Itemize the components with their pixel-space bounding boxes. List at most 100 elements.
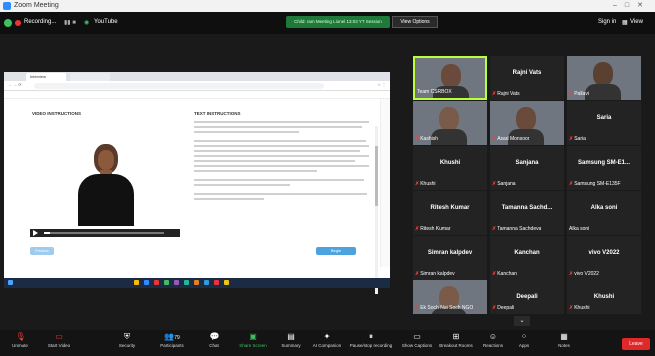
begin-button[interactable]: Begin xyxy=(316,247,356,255)
app-icon[interactable] xyxy=(174,280,179,285)
participant-tile[interactable]: Team CSRBOX xyxy=(413,56,487,100)
reactions-icon: ☺ xyxy=(488,332,498,341)
participant-label: ✗Rajni Vats xyxy=(492,91,520,97)
pause-icon[interactable]: ▮▮ ■ xyxy=(64,19,76,26)
pause-recording-button[interactable]: ⏸ Pause/stop recording xyxy=(346,332,396,348)
mic-muted-icon: ✗ xyxy=(492,91,497,97)
participant-tile[interactable]: Saria ✗Saria xyxy=(567,101,641,145)
browser-side-rail xyxy=(380,99,390,267)
zoom-task-icon[interactable] xyxy=(144,280,149,285)
participant-tile[interactable]: Khushi ✗Khushi xyxy=(413,146,487,190)
participant-tile[interactable]: Kanchan ✗Kanchan xyxy=(490,236,564,280)
view-button[interactable]: View xyxy=(630,19,643,25)
view-options-button[interactable]: View Options xyxy=(392,16,438,28)
participant-tile[interactable]: Khushi ✗Khushi xyxy=(567,280,641,314)
mic-muted-icon: ✗ xyxy=(415,226,420,232)
youtube-label[interactable]: YouTube xyxy=(94,19,118,25)
mic-muted-icon: ✗ xyxy=(415,271,420,277)
share-screen-button[interactable]: ▣ Share Screen xyxy=(236,332,270,348)
participant-name: Sanjana xyxy=(515,160,539,166)
breakout-rooms-button[interactable]: ⊞ Breakout Rooms xyxy=(436,332,476,348)
page-scrollbar[interactable] xyxy=(375,126,378,294)
video-progress-fill xyxy=(44,232,50,234)
apps-button[interactable]: ⁘ Apps xyxy=(514,332,534,348)
shield-icon[interactable] xyxy=(4,19,12,27)
start-video-button[interactable]: ▭ Start Video xyxy=(44,332,74,348)
reactions-button[interactable]: ☺ Reactions xyxy=(478,332,508,348)
mic-muted-icon: ✗ xyxy=(415,181,420,187)
window-controls[interactable]: –□✕ xyxy=(613,0,651,12)
participant-tile[interactable]: Alka soni Alka soni xyxy=(567,191,641,235)
summary-button[interactable]: ▤ Summary xyxy=(278,332,304,348)
mic-muted-icon: ✗ xyxy=(569,305,574,311)
app-icon[interactable] xyxy=(164,280,169,285)
browser-tab[interactable]: Interview xyxy=(26,73,66,81)
security-button[interactable]: ⛨ Security xyxy=(114,332,140,348)
participant-label: ✗Tamanna Sachdeva xyxy=(492,226,541,232)
chat-icon: 💬 xyxy=(209,332,220,341)
participant-tile[interactable]: Simran kalpdev ✗Simran kalpdev xyxy=(413,236,487,280)
app-icon[interactable] xyxy=(194,280,199,285)
participant-label: ✗Khushi xyxy=(415,181,436,187)
mic-muted-icon: ✗ xyxy=(415,305,420,311)
ai-companion-button[interactable]: ✦ AI Companion xyxy=(308,332,346,348)
participant-tile[interactable]: Ritesh Kumar ✗Ritesh Kumar xyxy=(413,191,487,235)
video-off-icon: ▭ xyxy=(55,332,63,341)
grid-icon[interactable]: ▦ xyxy=(622,19,628,26)
signin-link[interactable]: Sign in xyxy=(598,19,616,25)
nav-arrows-icon[interactable]: ← → ⟳ xyxy=(8,82,22,87)
participant-label-text: Ritesh Kumar xyxy=(420,226,451,232)
record-dot-icon xyxy=(15,20,21,26)
browser-tab[interactable] xyxy=(70,73,110,81)
share-notice: Child: ram Meeting Lionel 13:03 YT Sessi… xyxy=(286,16,390,28)
video-controls[interactable] xyxy=(30,229,180,237)
participant-tile[interactable]: ✗Kashish xyxy=(413,101,487,145)
participant-tile[interactable]: Samsung SM-E1... ✗Samsung SM-E135F xyxy=(567,146,641,190)
unmute-button[interactable]: 🎙 Unmute xyxy=(8,332,32,348)
participant-label-text: Tamanna Sachdeva xyxy=(497,226,542,232)
mic-muted-icon: ✗ xyxy=(492,271,497,277)
participant-label-text: Sanjana xyxy=(497,181,516,187)
participant-tile[interactable]: Rajni Vats ✗Rajni Vats xyxy=(490,56,564,100)
participant-label-text: Deepali xyxy=(497,305,515,311)
presenter-face xyxy=(98,150,114,170)
participant-label: ✗Saria xyxy=(569,136,586,142)
recording-status[interactable]: Recording... xyxy=(24,19,56,25)
leave-button[interactable]: Leave xyxy=(622,338,650,350)
scroll-thumb[interactable] xyxy=(375,146,378,206)
participant-tile[interactable]: ✗Asad Monsoor xyxy=(490,101,564,145)
participant-tile[interactable]: ✗Pallavi xyxy=(567,56,641,100)
app-icon[interactable] xyxy=(214,280,219,285)
participant-tile[interactable]: ✗Ek Soch Nai Soch NGO xyxy=(413,280,487,314)
explorer-icon[interactable] xyxy=(134,280,139,285)
participant-tile[interactable]: Deepali ✗Deepali xyxy=(490,280,564,314)
chrome-icon[interactable] xyxy=(154,280,159,285)
previous-button[interactable]: Previous xyxy=(30,247,54,255)
gallery-next-page[interactable]: ⌄ xyxy=(514,316,530,326)
participant-name: Khushi xyxy=(593,294,615,300)
meeting-topbar: Recording... ▮▮ ■ ◉ YouTube Child: ram M… xyxy=(0,12,655,34)
participants-count: 79 xyxy=(174,335,180,341)
notes-button[interactable]: ▦ Notes xyxy=(554,332,574,348)
app-icon[interactable] xyxy=(184,280,189,285)
participant-tile[interactable]: Tamanna Sachd... ✗Tamanna Sachdeva xyxy=(490,191,564,235)
instruction-video[interactable] xyxy=(30,124,180,242)
address-bar[interactable] xyxy=(34,83,324,89)
participant-label: Alka soni xyxy=(569,226,589,232)
windows-start-icon[interactable] xyxy=(8,280,13,285)
participant-tile[interactable]: vivo V2022 ✗vivo V2022 xyxy=(567,236,641,280)
participants-button[interactable]: 👥79 Participants xyxy=(156,332,188,348)
participant-tile[interactable]: Sanjana ✗Sanjana xyxy=(490,146,564,190)
app-icon[interactable] xyxy=(224,280,229,285)
participant-label: ✗Khushi xyxy=(569,305,590,311)
participant-label-text: Samsung SM-E135F xyxy=(574,181,621,187)
play-icon[interactable] xyxy=(33,230,38,236)
participant-label-text: Pallavi xyxy=(574,91,589,97)
participant-name: Khushi xyxy=(439,160,461,166)
pause-icon: ⏸ xyxy=(369,332,373,341)
chat-button[interactable]: 💬 Chat xyxy=(204,332,224,348)
show-captions-button[interactable]: ▭ Show Captions xyxy=(398,332,436,348)
browser-menu-icon[interactable]: ☆ ⋮ xyxy=(377,82,386,87)
app-icon[interactable] xyxy=(204,280,209,285)
video-progress-bar[interactable] xyxy=(44,232,164,234)
